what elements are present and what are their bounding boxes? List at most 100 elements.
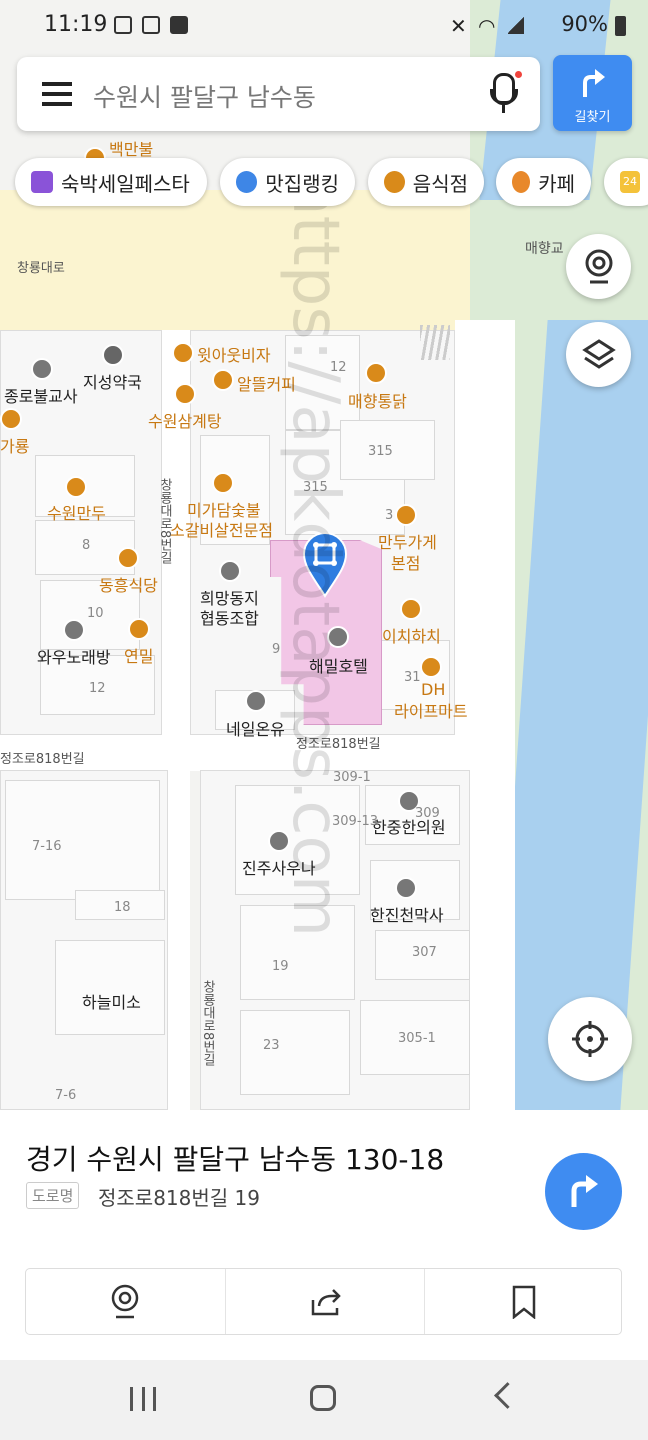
recent-apps-icon[interactable] <box>130 1387 156 1411</box>
my-location-button[interactable] <box>548 997 632 1081</box>
chip-stay-sale[interactable]: 숙박세일페스타 <box>15 158 207 206</box>
poi-label[interactable]: 라이프마트 <box>394 698 468 722</box>
building-number: 7-16 <box>32 839 62 854</box>
poi-label[interactable]: 본점 <box>391 550 420 574</box>
ranking-icon <box>236 171 258 193</box>
search-input[interactable]: 수원시 팔달구 남수동 <box>93 78 316 114</box>
turn-arrow-icon <box>583 69 605 97</box>
chip-label: 맛집랭킹 <box>265 171 339 196</box>
chip-label: 카페 <box>538 171 575 196</box>
nail-icon[interactable] <box>245 690 267 712</box>
bookmark-icon <box>512 1285 536 1319</box>
cafe-icon[interactable] <box>212 369 234 391</box>
building-number: 315 <box>368 444 393 459</box>
road-label-vertical: 창룡대로8번길 <box>200 980 215 1067</box>
directions-button[interactable]: 길찾기 <box>553 55 632 131</box>
building <box>5 780 160 900</box>
poi-label[interactable]: 한진천막사 <box>370 902 444 926</box>
share-button[interactable] <box>226 1269 425 1334</box>
building-number: 23 <box>263 1038 280 1053</box>
home-icon[interactable] <box>310 1385 336 1411</box>
chip-label: 음식점 <box>412 171 468 196</box>
poi-label[interactable]: 이치하치 <box>382 623 441 647</box>
calendar-icon <box>142 16 160 34</box>
camera-icon <box>585 249 613 284</box>
restaurant-icon[interactable] <box>395 504 417 526</box>
pharmacy-icon[interactable] <box>102 344 124 366</box>
poi-label[interactable]: 네일온유 <box>226 716 285 740</box>
building-number: 12 <box>89 681 106 696</box>
poi-label[interactable]: DH <box>421 680 445 699</box>
turn-arrow-icon <box>571 1175 598 1207</box>
restaurant-icon[interactable] <box>212 472 234 494</box>
poi-label[interactable]: 매향통닭 <box>348 388 407 412</box>
place-address: 경기 수원시 팔달구 남수동 130-18 <box>26 1143 445 1176</box>
shop-icon[interactable] <box>395 877 417 899</box>
chip-food-ranking[interactable]: 맛집랭킹 <box>220 158 355 206</box>
system-nav-bar <box>0 1360 648 1440</box>
building-number: 18 <box>114 900 131 915</box>
chip-label: 숙박세일페스타 <box>61 171 190 196</box>
building-number: 309 <box>415 806 440 821</box>
cctv-button[interactable] <box>566 234 631 299</box>
road-label: 매향교 <box>525 241 564 257</box>
crosswalk <box>420 325 450 360</box>
chip-cafe[interactable]: 카페 <box>496 158 591 206</box>
battery-level: 90% <box>561 12 608 36</box>
mute-icon: ✕ <box>450 14 467 38</box>
restaurant-icon[interactable] <box>365 362 387 384</box>
restaurant-icon[interactable] <box>172 342 194 364</box>
building <box>55 940 165 1035</box>
restaurant-icon[interactable] <box>174 383 196 405</box>
layers-icon <box>582 339 616 369</box>
temple-icon[interactable] <box>31 358 53 380</box>
poi-label[interactable]: 수원삼계탕 <box>148 408 222 432</box>
road-address-tag: 도로명 <box>26 1182 80 1209</box>
building-number: 3 <box>385 508 394 523</box>
poi-label[interactable]: 연밀 <box>124 643 153 667</box>
building-number: 19 <box>272 959 289 974</box>
place-panel[interactable]: 경기 수원시 팔달구 남수동 130-18 도로명 정조로818번길 19 <box>0 1110 648 1360</box>
recording-dot <box>515 71 522 78</box>
bank-icon[interactable] <box>219 560 241 582</box>
cctv-action-button[interactable] <box>26 1269 225 1334</box>
poi-label[interactable]: 윗아웃비자 <box>197 342 271 366</box>
poi-label[interactable]: 지성약국 <box>83 369 142 393</box>
back-icon[interactable] <box>494 1382 521 1409</box>
building-number: 307 <box>412 945 437 960</box>
check-icon <box>170 16 188 34</box>
mart-icon[interactable] <box>420 656 442 678</box>
restaurant-icon[interactable] <box>400 598 422 620</box>
crosshair-icon <box>572 1021 608 1057</box>
battery-icon <box>615 16 626 36</box>
search-bar[interactable]: 수원시 팔달구 남수동 <box>17 57 540 131</box>
poi-label[interactable]: 협동조합 <box>200 605 259 629</box>
poi-label[interactable]: 와우노래방 <box>37 644 111 668</box>
share-icon <box>311 1289 341 1316</box>
coffee-icon <box>512 171 531 193</box>
poi-label[interactable]: 동흥식당 <box>99 572 158 596</box>
gallery-icon <box>114 16 132 34</box>
poi-label[interactable]: 수원만두 <box>47 500 106 524</box>
restaurant-icon[interactable] <box>117 547 139 569</box>
navigate-button[interactable] <box>545 1153 622 1230</box>
chip-24h[interactable]: 24 <box>604 158 648 206</box>
menu-icon[interactable] <box>42 82 72 86</box>
poi-label[interactable]: 종로불교사 <box>4 383 78 407</box>
restaurant-icon[interactable] <box>128 618 150 640</box>
poi-label[interactable]: 소갈비살전문점 <box>170 517 273 541</box>
poi-label[interactable]: 백만불 <box>109 136 153 160</box>
percent-icon <box>31 171 53 193</box>
karaoke-icon[interactable] <box>63 619 85 641</box>
watermark: https://apkdotapps.com <box>278 175 352 938</box>
poi-label[interactable]: 하늘미소 <box>82 989 141 1013</box>
layers-button[interactable] <box>566 322 631 387</box>
bookmark-button[interactable] <box>425 1269 624 1334</box>
chip-restaurant[interactable]: 음식점 <box>368 158 484 206</box>
restaurant-icon[interactable] <box>0 408 22 430</box>
status-bar: 11:19 ✕ ◠ 90% <box>0 0 648 52</box>
poi-label[interactable]: 가룡 <box>0 433 29 457</box>
building-number: 8 <box>82 538 91 553</box>
directions-label: 길찾기 <box>574 110 611 125</box>
restaurant-icon[interactable] <box>65 476 87 498</box>
